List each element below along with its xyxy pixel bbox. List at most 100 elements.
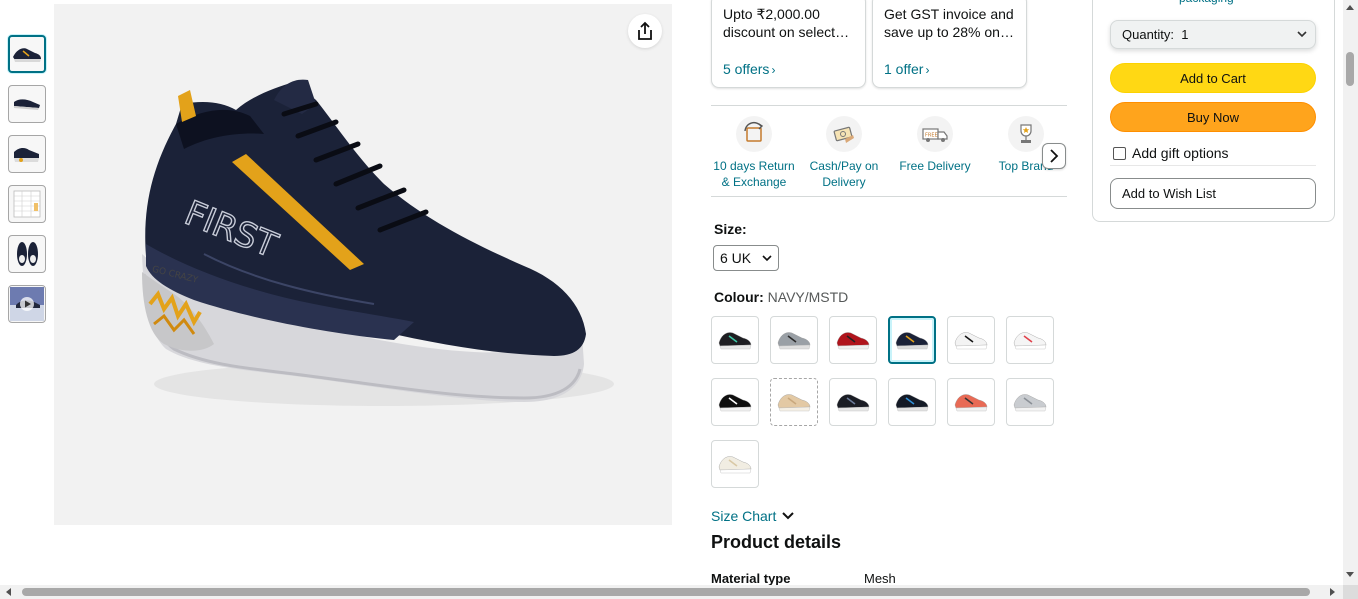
vertical-scrollbar[interactable] [1343, 0, 1358, 585]
svg-text:FREE: FREE [925, 133, 938, 139]
chevron-right-icon: › [925, 63, 930, 77]
colour-swatch-cream[interactable] [711, 440, 759, 488]
horizontal-scrollbar[interactable] [0, 585, 1343, 599]
buy-box: packaging Quantity: 1 Add to Cart Buy No… [1092, 0, 1335, 222]
quantity-value: 1 [1181, 27, 1189, 42]
shoe-thumbnail-icon [718, 394, 752, 412]
scrollbar-corner [1343, 585, 1358, 599]
size-chart-label: Size Chart [711, 508, 777, 524]
offer-link[interactable]: 1 offer › [884, 61, 929, 77]
offer-link-label: 5 offers [723, 61, 770, 77]
feature-label: 10 days Return & Exchange [713, 159, 795, 189]
colour-swatch-coral[interactable] [947, 378, 995, 426]
feature-free-delivery[interactable]: FREE Free Delivery [890, 114, 980, 174]
add-to-cart-button[interactable]: Add to Cart [1110, 63, 1316, 93]
offer-card-gst[interactable]: Get GST invoice and save up to 28% on… 1… [872, 0, 1027, 88]
thumbnail-3[interactable] [8, 135, 46, 173]
colour-swatch-light-grey[interactable] [1006, 378, 1054, 426]
feature-label: Free Delivery [899, 159, 971, 173]
shoe-thumbnail-icon [718, 332, 752, 350]
thumbnail-5-soles[interactable] [8, 235, 46, 273]
chevron-right-icon [1050, 149, 1059, 163]
colour-swatch-white-red[interactable] [1006, 316, 1054, 364]
thumbnail-1[interactable] [8, 35, 46, 73]
shoe-thumbnail-icon [954, 394, 988, 412]
chevron-right-icon: › [771, 63, 776, 77]
offer-text: Upto ₹2,000.00 discount on select… [723, 6, 850, 40]
thumbnail-4-size-chart[interactable] [8, 185, 46, 223]
vertical-scroll-thumb[interactable] [1346, 52, 1354, 86]
carousel-next-button[interactable] [1042, 143, 1066, 169]
chevron-down-icon [782, 512, 795, 520]
size-dropdown[interactable]: 6 UK [713, 245, 779, 271]
shoe-thumbnail-icon [1013, 394, 1047, 412]
shoe-thumbnail-icon [718, 456, 752, 474]
shoe-illustration: FIRST GO CRAZY [142, 79, 614, 406]
size-chart-link[interactable]: Size Chart [711, 508, 795, 524]
gift-options-checkbox[interactable] [1113, 146, 1126, 160]
shoe-thumbnail-icon [777, 394, 811, 412]
colour-swatch-black-mint[interactable] [711, 316, 759, 364]
main-product-image[interactable]: FIRST GO CRAZY [54, 4, 672, 525]
colour-swatch-beige[interactable] [770, 378, 818, 426]
feature-cash-on-delivery[interactable]: Cash/Pay on Delivery [799, 114, 889, 190]
colour-swatch-grey-black[interactable] [770, 316, 818, 364]
free-delivery-truck-icon: FREE [917, 116, 953, 152]
gift-options-row[interactable]: Add gift options [1113, 145, 1229, 161]
thumbnail-2[interactable] [8, 85, 46, 123]
shoe-thumbnail-icon [777, 332, 811, 350]
top-brand-trophy-icon [1008, 116, 1044, 152]
offers-section: Upto ₹2,000.00 discount on select… 5 off… [711, 0, 1071, 90]
shoe-thumbnail-icon [1013, 332, 1047, 350]
product-page: FIRST GO CRAZY Upto ₹2,000.00 discount o… [0, 0, 1358, 599]
colour-swatch-black-blue[interactable] [888, 378, 936, 426]
chevron-down-icon [762, 254, 772, 261]
colour-row: Colour: NAVY/MSTD [714, 289, 848, 305]
colour-swatch-white-black[interactable] [947, 316, 995, 364]
shoe-thumbnail-icon [895, 394, 929, 412]
size-selected-value: 6 UK [720, 250, 752, 266]
colour-swatch-black-white[interactable] [711, 378, 759, 426]
colour-swatch-navy-mustard[interactable] [888, 316, 936, 364]
feature-carousel: 10 days Return & Exchange Cash/Pay on De… [711, 105, 1067, 197]
offer-card-bank[interactable]: Upto ₹2,000.00 discount on select… 5 off… [711, 0, 866, 88]
return-exchange-icon [736, 116, 772, 152]
horizontal-scroll-thumb[interactable] [22, 588, 1310, 596]
chevron-down-icon [1297, 31, 1307, 38]
quantity-label: Quantity: [1122, 27, 1175, 42]
share-button[interactable] [628, 14, 662, 48]
feature-return-exchange[interactable]: 10 days Return & Exchange [711, 114, 799, 190]
product-options-column: Upto ₹2,000.00 discount on select… 5 off… [711, 0, 1067, 599]
scroll-down-arrow-icon[interactable] [1346, 572, 1354, 577]
size-label: Size: [714, 221, 747, 237]
product-details-heading: Product details [711, 532, 842, 552]
colour-label: Colour: [714, 289, 764, 305]
shoe-thumbnail-icon [954, 332, 988, 350]
thumbnail-6-video[interactable] [8, 285, 46, 323]
packaging-link[interactable]: packaging [1179, 0, 1234, 5]
shoe-thumbnail-icon [836, 332, 870, 350]
quantity-dropdown[interactable]: Quantity: 1 [1110, 20, 1316, 49]
detail-key: Material type [711, 571, 791, 586]
offer-link[interactable]: 5 offers › [723, 61, 775, 77]
gift-options-label: Add gift options [1132, 145, 1229, 161]
feature-label: Cash/Pay on Delivery [809, 159, 879, 189]
share-icon [638, 21, 652, 40]
quantity-display: Quantity: 1 [1122, 27, 1189, 42]
buy-now-button[interactable]: Buy Now [1110, 102, 1316, 132]
shoe-thumbnail-icon [895, 332, 929, 350]
thumbnail-strip [8, 35, 50, 335]
detail-value: Mesh [864, 571, 896, 586]
scroll-up-arrow-icon[interactable] [1346, 5, 1354, 10]
offer-text: Get GST invoice and save up to 28% on… [884, 6, 1014, 40]
offer-link-label: 1 offer [884, 61, 924, 77]
colour-swatch-black-navy[interactable] [829, 378, 877, 426]
shoe-thumbnail-icon [836, 394, 870, 412]
divider [1110, 165, 1316, 166]
colour-swatch-red[interactable] [829, 316, 877, 364]
scroll-left-arrow-icon[interactable] [6, 588, 11, 596]
colour-selected-value: NAVY/MSTD [767, 289, 849, 305]
scroll-right-arrow-icon[interactable] [1330, 588, 1335, 596]
cash-on-delivery-icon [826, 116, 862, 152]
add-to-wish-list-button[interactable]: Add to Wish List [1110, 178, 1316, 209]
